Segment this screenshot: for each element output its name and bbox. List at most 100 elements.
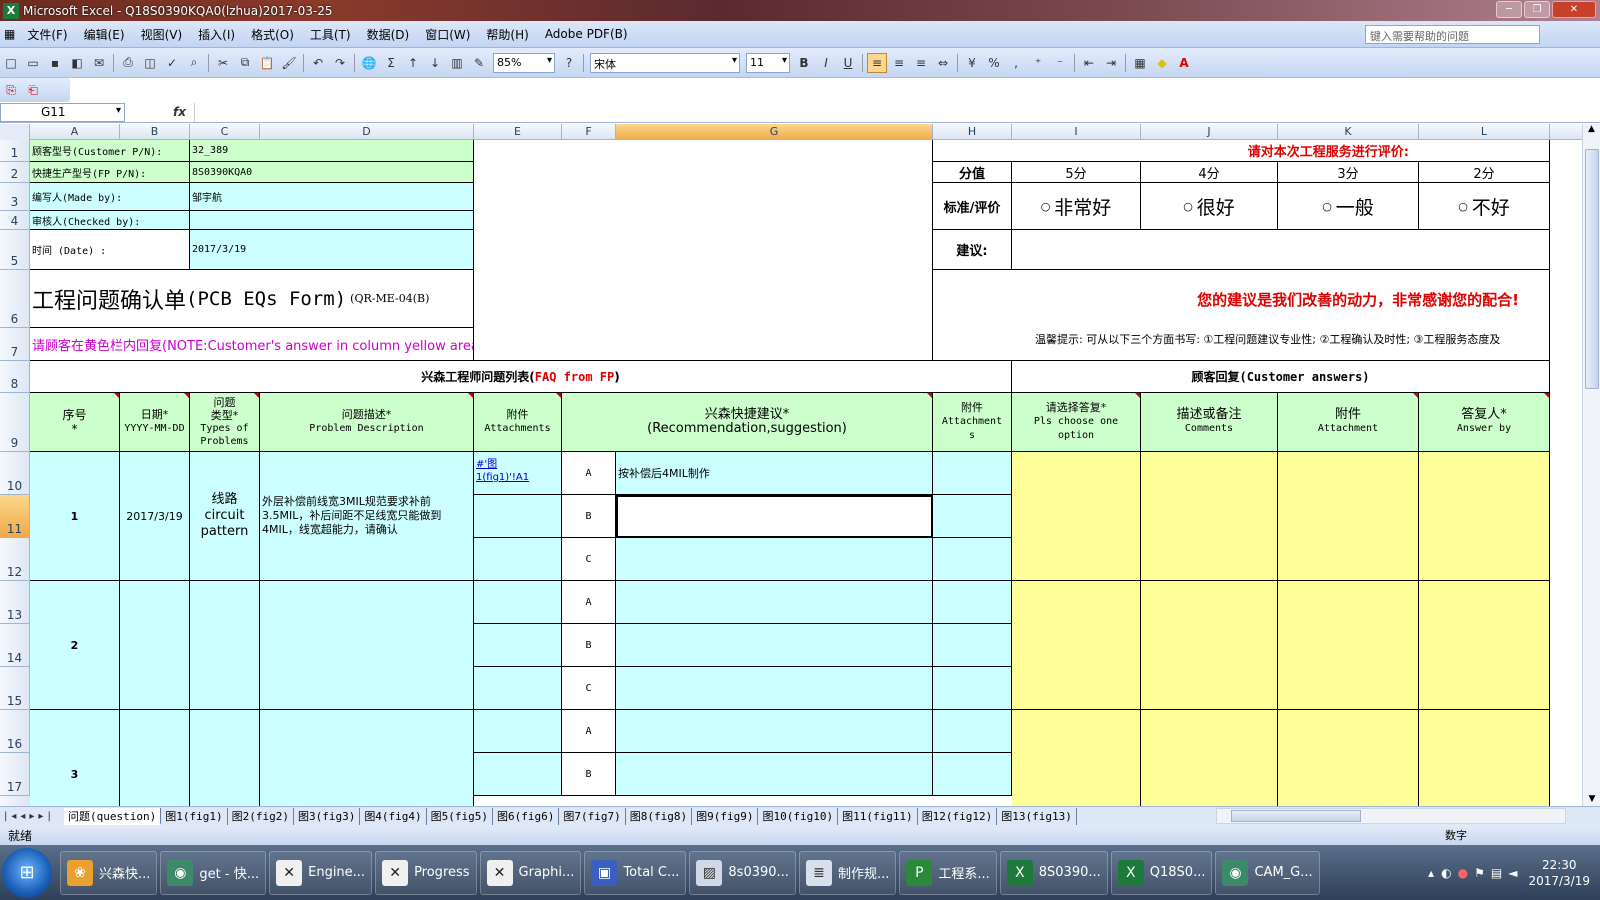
attach2-cell[interactable] [933, 452, 1012, 495]
row-header[interactable]: 14 [0, 624, 30, 667]
currency-icon[interactable]: ¥ [962, 53, 982, 73]
network-icon[interactable]: ▤ [1491, 866, 1502, 880]
header-comments[interactable]: 描述或备注 Comments [1141, 393, 1278, 452]
cell-c5[interactable]: 2017/3/19 [190, 230, 474, 270]
sheet-tab-fig5[interactable]: 图5(fig5) [427, 807, 494, 825]
header-recommendation[interactable]: 兴森快捷建议* (Recommendation,suggestion) [562, 393, 933, 452]
standard-label[interactable]: 标准/评价 [933, 183, 1012, 230]
attach-cell[interactable] [474, 667, 562, 710]
attach-cell[interactable] [474, 624, 562, 667]
option-a[interactable]: A [562, 710, 616, 753]
radio-icon[interactable]: ○ [1183, 200, 1193, 213]
task-item[interactable]: X Q18S0... [1110, 850, 1213, 895]
task-item[interactable]: ✕ Progress [375, 850, 477, 895]
task-item[interactable]: ❀ 兴森快... [60, 850, 158, 895]
close-button[interactable]: ✕ [1552, 1, 1596, 18]
security-icon[interactable]: ● [1458, 866, 1468, 880]
answer-attach-cell[interactable] [1278, 452, 1419, 581]
menu-help[interactable]: 帮助(H) [478, 26, 536, 43]
issue-1-attach-link[interactable]: #'图 1(fig1)'!A1 [474, 452, 562, 495]
issue-3-type[interactable] [190, 710, 260, 806]
tray-arrow-icon[interactable]: ▴ [1428, 866, 1434, 880]
option-b[interactable]: B [562, 753, 616, 796]
comma-style-button[interactable]: , [1006, 53, 1026, 73]
reco-cell[interactable]: 按补偿后4MIL制作 [616, 452, 933, 495]
sheet-tab-fig10[interactable]: 图10(fig10) [758, 807, 839, 825]
header-attach[interactable]: 附件 Attachments [474, 393, 562, 452]
autosum-icon[interactable]: Σ [381, 53, 401, 73]
sheet-tab-fig3[interactable]: 图3(fig3) [294, 807, 361, 825]
issue-1-date[interactable]: 2017/3/19 [120, 452, 190, 581]
font-name-select[interactable]: 宋体 [590, 52, 740, 73]
task-item[interactable]: ✕ Graphi... [479, 850, 582, 895]
pdf-email-icon[interactable]: ⎗ [23, 80, 43, 100]
attach2-cell[interactable] [933, 581, 1012, 624]
save-icon[interactable]: ▪ [45, 53, 65, 73]
column-header-h[interactable]: H [933, 124, 1012, 140]
header-attach3[interactable]: 附件 Attachment [1278, 393, 1419, 452]
hyperlink-icon[interactable]: 🌐 [359, 53, 379, 73]
sort-descending-icon[interactable]: ↓ [425, 53, 445, 73]
answer-attach-cell[interactable] [1278, 710, 1419, 806]
issue-2-no[interactable]: 2 [30, 581, 120, 710]
answer-attach-cell[interactable] [1278, 581, 1419, 710]
option-b[interactable]: B [562, 495, 616, 538]
column-header-i[interactable]: I [1012, 124, 1141, 140]
attach2-cell[interactable] [933, 624, 1012, 667]
issue-2-date[interactable] [120, 581, 190, 710]
reco-cell[interactable] [616, 624, 933, 667]
sheet-tab-fig2[interactable]: 图2(fig2) [228, 807, 294, 825]
cell-a2[interactable]: 快捷生产型号(FP P/N): [30, 162, 190, 183]
sheet-tab-fig7[interactable]: 图7(fig7) [559, 807, 626, 825]
task-item[interactable]: ▣ Total C... [584, 850, 687, 895]
scroll-down-icon[interactable]: ▼ [1583, 794, 1600, 804]
header-date[interactable]: 日期* YYYY-MM-DD [120, 393, 190, 452]
attach2-cell[interactable] [933, 495, 1012, 538]
row-header[interactable]: 6 [0, 270, 30, 328]
row-header[interactable]: 15 [0, 667, 30, 710]
scroll-up-icon[interactable]: ▲ [1583, 124, 1600, 134]
rating-option-excellent[interactable]: ○ 非常好 [1012, 183, 1141, 230]
link-text[interactable]: 1(fig1)'!A1 [476, 471, 529, 484]
rating-option-good[interactable]: ○ 很好 [1141, 183, 1278, 230]
attach-cell[interactable] [474, 495, 562, 538]
cut-icon[interactable]: ✂ [213, 53, 233, 73]
attach2-cell[interactable] [933, 753, 1012, 796]
option-c[interactable]: C [562, 667, 616, 710]
task-item[interactable]: ✕ Engine... [269, 850, 373, 895]
form-title-cell[interactable]: 工程问题确认单 (PCB EQs Form) (QR-ME-04(B) [30, 270, 474, 328]
new-icon[interactable]: □ [1, 53, 21, 73]
increase-decimal-icon[interactable]: ⁺ [1028, 53, 1048, 73]
task-item[interactable]: ◉ CAM_G... [1215, 850, 1320, 895]
column-header-e[interactable]: E [474, 124, 562, 140]
header-option[interactable]: 请选择答复* Pls choose one option [1012, 393, 1141, 452]
decrease-indent-icon[interactable]: ⇤ [1079, 53, 1099, 73]
row-header[interactable]: 17 [0, 753, 30, 796]
option-c[interactable]: C [562, 538, 616, 581]
column-header-d[interactable]: D [260, 124, 474, 140]
clock[interactable]: 22:30 2017/3/19 [1528, 857, 1590, 889]
reco-cell[interactable] [616, 667, 933, 710]
answer-by-cell[interactable] [1419, 710, 1550, 806]
italic-button[interactable]: I [816, 53, 836, 73]
customer-heading[interactable]: 顾客回复(Customer answers) [1012, 361, 1550, 393]
score-5[interactable]: 5分 [1012, 162, 1141, 183]
score-4[interactable]: 4分 [1141, 162, 1278, 183]
task-item[interactable]: ◉ get - 快... [160, 850, 267, 895]
borders-icon[interactable]: ▦ [1130, 53, 1150, 73]
column-header-c[interactable]: C [190, 124, 260, 140]
task-item[interactable]: ≣ 制作规... [798, 850, 897, 895]
fill-color-icon[interactable]: ◆ [1152, 53, 1172, 73]
header-type[interactable]: 问题 类型* Types of Problems [190, 393, 260, 452]
issue-2-type[interactable] [190, 581, 260, 710]
print-icon[interactable]: ⎙ [118, 53, 138, 73]
cell-a3[interactable]: 编写人(Made by): [30, 183, 190, 211]
option-a[interactable]: A [562, 581, 616, 624]
format-painter-icon[interactable]: 🖌 [279, 53, 299, 73]
help-search-input[interactable]: 键入需要帮助的问题 [1365, 25, 1540, 44]
row-header[interactable]: 3 [0, 183, 30, 211]
drawing-icon[interactable]: ✎ [469, 53, 489, 73]
start-button[interactable]: ⊞ [2, 847, 52, 898]
thanks-cell[interactable]: 您的建议是我们改善的动力，非常感谢您的配合! [933, 270, 1550, 328]
radio-icon[interactable]: ○ [1041, 200, 1051, 213]
